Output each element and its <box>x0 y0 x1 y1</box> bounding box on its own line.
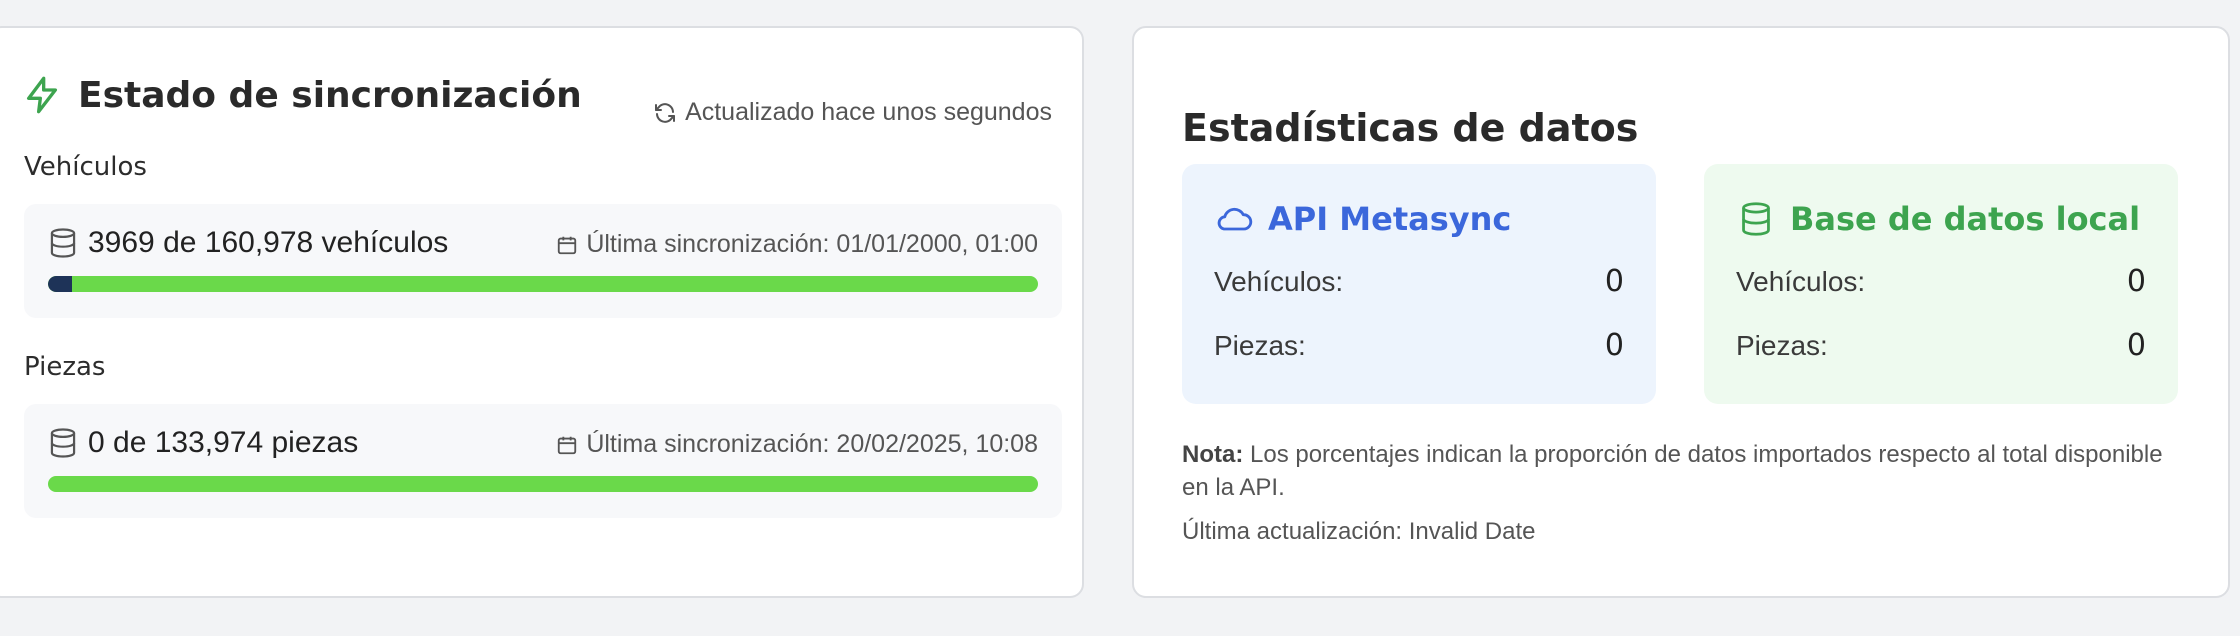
data-statistics-card: Estadísticas de datos API Metasync Vehíc… <box>1132 26 2230 598</box>
parts-last-sync: Última sincronización: 20/02/2025, 10:08 <box>556 430 1038 459</box>
updated-text: Actualizado hace unos segundos <box>685 98 1052 126</box>
parts-sync-box: 0 de 133,974 piezas Última sincronizació… <box>24 404 1062 518</box>
cloud-icon <box>1217 207 1253 231</box>
api-parts-label: Piezas: <box>1214 330 1306 361</box>
vehicles-last-sync: Última sincronización: 01/01/2000, 01:00 <box>556 230 1038 259</box>
database-icon <box>50 228 76 258</box>
api-panel-title: API Metasync <box>1214 200 1511 238</box>
sync-title-row: Estado de sincronización <box>22 70 582 120</box>
vehicles-section-label: Vehículos <box>24 152 147 182</box>
parts-count-text: 0 de 133,974 piezas <box>88 426 359 459</box>
api-vehicles-row: Vehículos: 0 <box>1214 264 1624 299</box>
api-vehicles-label: Vehículos: <box>1214 266 1344 297</box>
vehicles-sync-box: 3969 de 160,978 vehículos Última sincron… <box>24 204 1062 318</box>
local-vehicles-value: 0 <box>2126 264 2146 299</box>
vehicles-last-sync-text: Última sincronización: 01/01/2000, 01:00 <box>586 230 1038 258</box>
api-parts-row: Piezas: 0 <box>1214 328 1624 363</box>
api-parts-value: 0 <box>1604 328 1624 363</box>
calendar-icon <box>558 236 577 254</box>
percentage-note: Nota: Los porcentajes indican la proporc… <box>1182 438 2182 504</box>
sync-title: Estado de sincronización <box>78 74 582 116</box>
local-vehicles-label: Vehículos: <box>1736 266 1866 297</box>
database-icon <box>1742 202 1770 236</box>
vehicles-count: 3969 de 160,978 vehículos <box>48 226 448 260</box>
parts-last-sync-text: Última sincronización: 20/02/2025, 10:08 <box>586 430 1038 458</box>
api-metasync-panel: API Metasync Vehículos: 0 Piezas: 0 <box>1182 164 1656 404</box>
local-panel-title-text: Base de datos local <box>1790 200 2141 238</box>
local-database-panel: Base de datos local Vehículos: 0 Piezas:… <box>1704 164 2178 404</box>
bolt-icon <box>27 76 57 114</box>
vehicles-progress-fill <box>48 276 73 292</box>
parts-count: 0 de 133,974 piezas <box>48 426 358 460</box>
api-panel-title-text: API Metasync <box>1268 200 1512 238</box>
local-parts-label: Piezas: <box>1736 330 1828 361</box>
local-panel-title: Base de datos local <box>1736 200 2140 238</box>
calendar-icon <box>558 436 577 454</box>
last-update-text: Última actualización: Invalid Date <box>1182 518 1536 545</box>
vehicles-count-text: 3969 de 160,978 vehículos <box>88 226 449 259</box>
sync-status-card: Estado de sincronización Actualizado hac… <box>0 26 1084 598</box>
local-parts-row: Piezas: 0 <box>1736 328 2146 363</box>
note-prefix: Nota: <box>1182 441 1244 468</box>
refresh-status[interactable]: Actualizado hace unos segundos <box>653 98 1052 127</box>
refresh-icon <box>655 102 676 123</box>
vehicles-progress-bar <box>48 276 1038 292</box>
stats-title: Estadísticas de datos <box>1182 106 1639 150</box>
parts-section-label: Piezas <box>24 352 106 382</box>
local-vehicles-row: Vehículos: 0 <box>1736 264 2146 299</box>
local-parts-value: 0 <box>2126 328 2146 363</box>
database-icon <box>50 428 76 458</box>
note-text: Los porcentajes indican la proporción de… <box>1182 441 2163 501</box>
parts-progress-bar <box>48 476 1038 492</box>
api-vehicles-value: 0 <box>1604 264 1624 299</box>
